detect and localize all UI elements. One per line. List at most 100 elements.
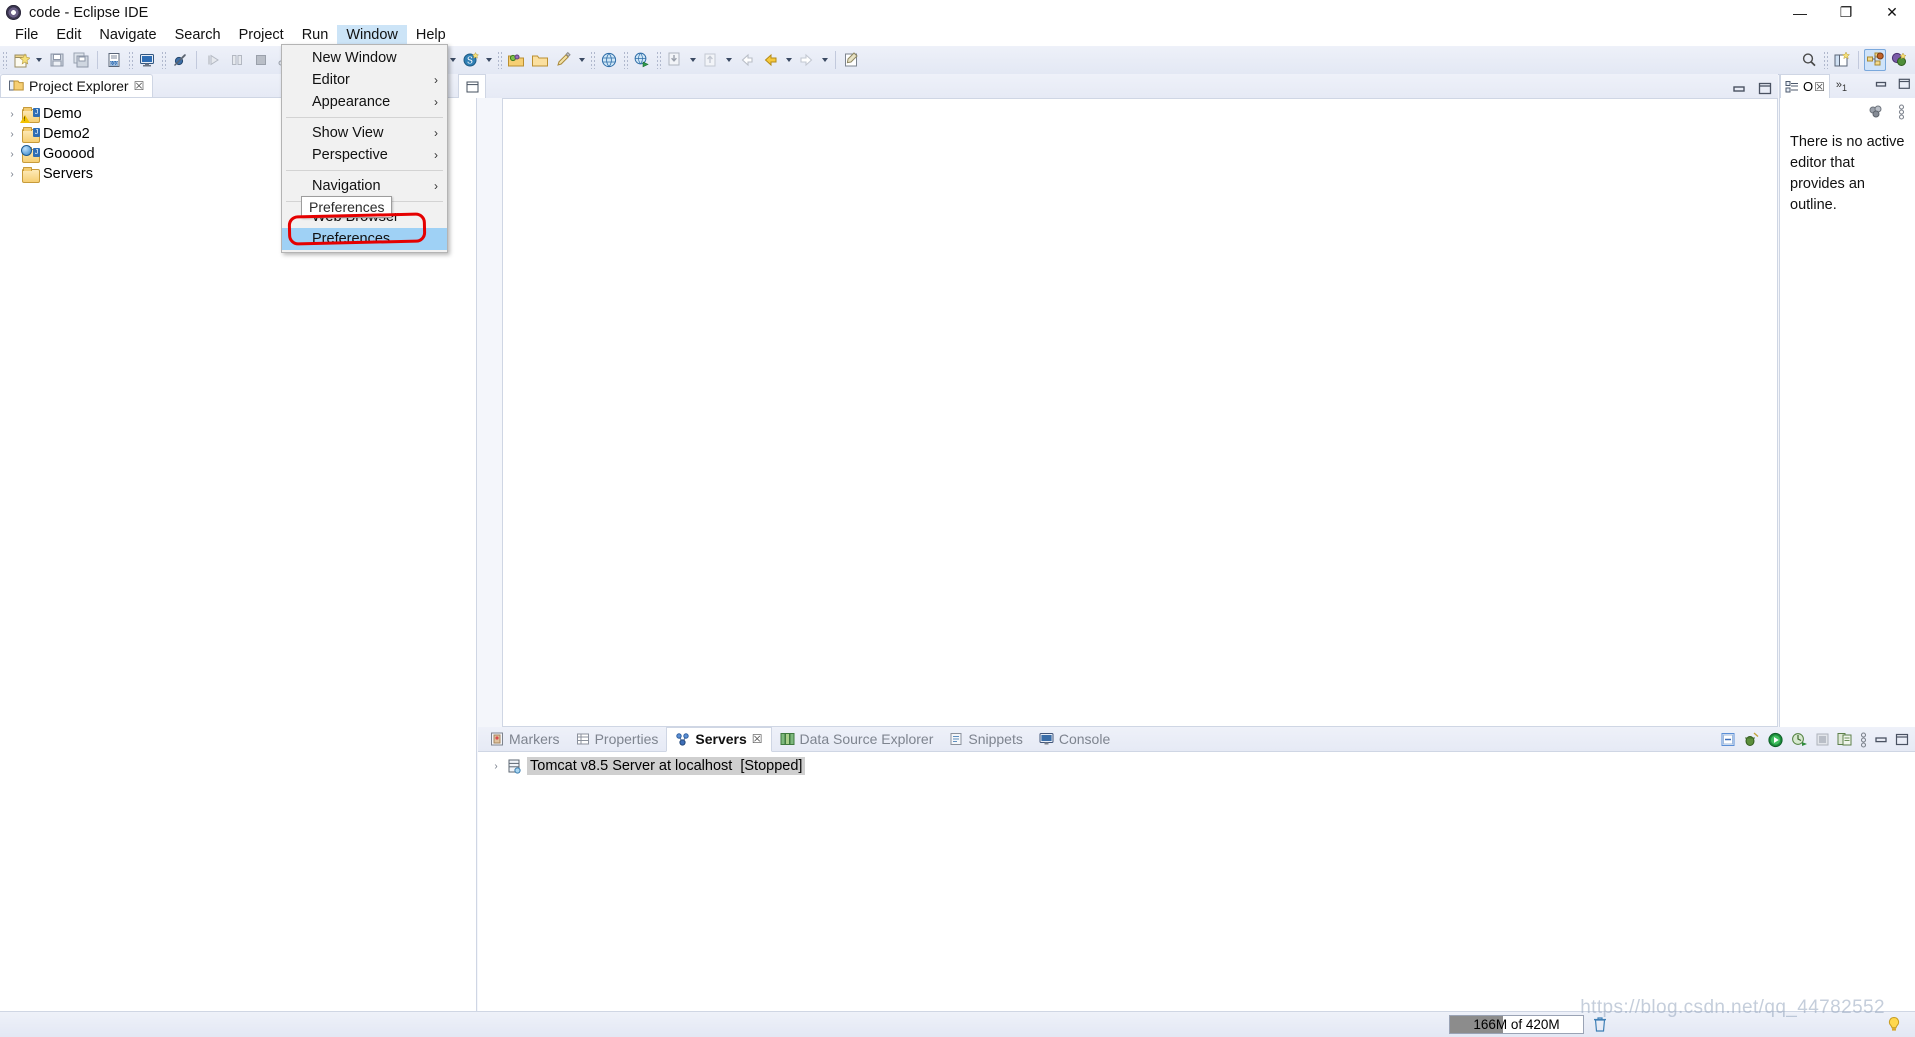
- editor-maximize-icon[interactable]: [1758, 82, 1772, 95]
- editor-empty-canvas[interactable]: [502, 98, 1778, 727]
- view-menu-icon[interactable]: [1898, 104, 1905, 120]
- save-all-icon[interactable]: [70, 49, 92, 71]
- java-perspective-icon[interactable]: [1888, 49, 1910, 71]
- server-list-row[interactable]: › Tomcat v8.5 Server at localhost [Stopp…: [478, 755, 1915, 777]
- export-icon[interactable]: [700, 49, 722, 71]
- stop-server-icon[interactable]: [1815, 732, 1830, 747]
- outline-icon: [1785, 80, 1800, 94]
- expand-arrow-icon[interactable]: ›: [6, 148, 18, 160]
- link-with-editor-icon[interactable]: [1868, 105, 1884, 119]
- export-caret[interactable]: [726, 58, 732, 62]
- new-spring-caret[interactable]: [486, 58, 492, 62]
- new-java-caret[interactable]: [450, 58, 456, 62]
- menu-navigate[interactable]: Navigate: [90, 25, 165, 46]
- expand-arrow-icon[interactable]: ›: [6, 108, 18, 120]
- toolbar-grip[interactable]: [2, 51, 7, 69]
- new-perspective-icon[interactable]: [1831, 49, 1853, 71]
- publish-icon[interactable]: [1837, 732, 1853, 747]
- menu-item-appearance[interactable]: Appearance ›: [282, 91, 447, 113]
- outline-minimize-icon[interactable]: [1875, 79, 1888, 90]
- menu-help[interactable]: Help: [407, 25, 455, 46]
- save-icon[interactable]: [46, 49, 68, 71]
- tab-console[interactable]: Console: [1031, 727, 1118, 752]
- edit-icon[interactable]: [841, 49, 863, 71]
- menu-file[interactable]: File: [6, 25, 47, 46]
- menu-search[interactable]: Search: [166, 25, 230, 46]
- skip-breakpoints-icon[interactable]: [169, 49, 191, 71]
- editor-placeholder-tab[interactable]: [458, 74, 486, 98]
- new-spring-icon[interactable]: S: [460, 49, 482, 71]
- toolbar-grip-3[interactable]: [161, 51, 166, 69]
- new-server-icon[interactable]: [1720, 732, 1736, 747]
- view-menu-icon[interactable]: [1860, 731, 1867, 748]
- search-web-icon[interactable]: [598, 49, 620, 71]
- new-wizard-icon[interactable]: [10, 49, 32, 71]
- close-icon[interactable]: ☒: [752, 732, 763, 746]
- toolbar-grip-7[interactable]: [623, 51, 628, 69]
- overflow-chevron-icon[interactable]: »1: [1836, 79, 1847, 93]
- markers-icon: [490, 732, 504, 746]
- menu-item-perspective[interactable]: Perspective ›: [282, 144, 447, 166]
- external-tools-icon[interactable]: [631, 49, 653, 71]
- toolbar-grip-6[interactable]: [590, 51, 595, 69]
- import-icon[interactable]: [664, 49, 686, 71]
- heap-status-indicator[interactable]: 166M of 420M: [1449, 1015, 1584, 1034]
- forward-caret[interactable]: [786, 58, 792, 62]
- menu-edit[interactable]: Edit: [47, 25, 90, 46]
- resume-icon[interactable]: [202, 49, 224, 71]
- annotation-icon[interactable]: [553, 49, 575, 71]
- menu-run[interactable]: Run: [293, 25, 338, 46]
- menu-window[interactable]: Window: [337, 25, 407, 46]
- expand-arrow-icon[interactable]: ›: [490, 760, 502, 772]
- menu-separator: [286, 117, 443, 118]
- java-ee-perspective-icon[interactable]: [1864, 49, 1886, 71]
- profile-server-icon[interactable]: [1791, 732, 1808, 747]
- search-icon[interactable]: [1798, 49, 1820, 71]
- terminate-icon[interactable]: [250, 49, 272, 71]
- toolbar-grip-2[interactable]: [128, 51, 133, 69]
- tab-markers[interactable]: Markers: [482, 727, 568, 752]
- start-server-icon[interactable]: [1767, 732, 1784, 748]
- tab-snippets[interactable]: Snippets: [941, 727, 1030, 752]
- open-task-icon[interactable]: [529, 49, 551, 71]
- editor-minimize-icon[interactable]: [1732, 83, 1746, 95]
- toolbar-grip-5[interactable]: [497, 51, 502, 69]
- menu-item-editor[interactable]: Editor ›: [282, 69, 447, 91]
- menu-item-new-window[interactable]: New Window: [282, 47, 447, 69]
- snippets-icon: [949, 732, 963, 746]
- datasource-icon: [780, 732, 795, 746]
- close-icon[interactable]: ☒: [134, 79, 145, 93]
- tab-servers[interactable]: Servers ☒: [666, 726, 772, 752]
- next-icon[interactable]: [796, 49, 818, 71]
- tab-outline[interactable]: O ☒: [1780, 74, 1830, 98]
- restore-button[interactable]: ❐: [1823, 0, 1869, 25]
- bottom-minimize-icon[interactable]: [1874, 734, 1888, 746]
- next-caret[interactable]: [822, 58, 828, 62]
- outline-maximize-icon[interactable]: [1898, 78, 1911, 90]
- suspend-icon[interactable]: [226, 49, 248, 71]
- menu-project[interactable]: Project: [230, 25, 293, 46]
- tab-data-source-explorer[interactable]: Data Source Explorer: [772, 727, 942, 752]
- tab-properties[interactable]: Properties: [568, 727, 667, 752]
- toolbar-grip-9[interactable]: [1823, 51, 1828, 69]
- expand-arrow-icon[interactable]: ›: [6, 168, 18, 180]
- close-button[interactable]: ✕: [1869, 0, 1915, 25]
- forward-yellow-icon[interactable]: [760, 49, 782, 71]
- expand-arrow-icon[interactable]: ›: [6, 128, 18, 140]
- annotation-caret[interactable]: [579, 58, 585, 62]
- tab-project-explorer[interactable]: Project Explorer ☒: [0, 74, 154, 97]
- import-caret[interactable]: [690, 58, 696, 62]
- close-icon[interactable]: ☒: [1814, 80, 1825, 94]
- open-type-icon[interactable]: [505, 49, 527, 71]
- toolbar-grip-8[interactable]: [656, 51, 661, 69]
- debug-server-icon[interactable]: [1743, 732, 1760, 747]
- menu-item-navigation[interactable]: Navigation ›: [282, 175, 447, 197]
- lightbulb-icon[interactable]: [1887, 1016, 1901, 1034]
- new-dropdown-caret[interactable]: [36, 58, 42, 62]
- open-console-icon[interactable]: [136, 49, 158, 71]
- bottom-maximize-icon[interactable]: [1895, 733, 1909, 746]
- toggle-breadcrumb-icon[interactable]: 010: [103, 49, 125, 71]
- minimize-button[interactable]: —: [1777, 0, 1823, 25]
- menu-item-show-view[interactable]: Show View ›: [282, 122, 447, 144]
- back-icon[interactable]: [736, 49, 758, 71]
